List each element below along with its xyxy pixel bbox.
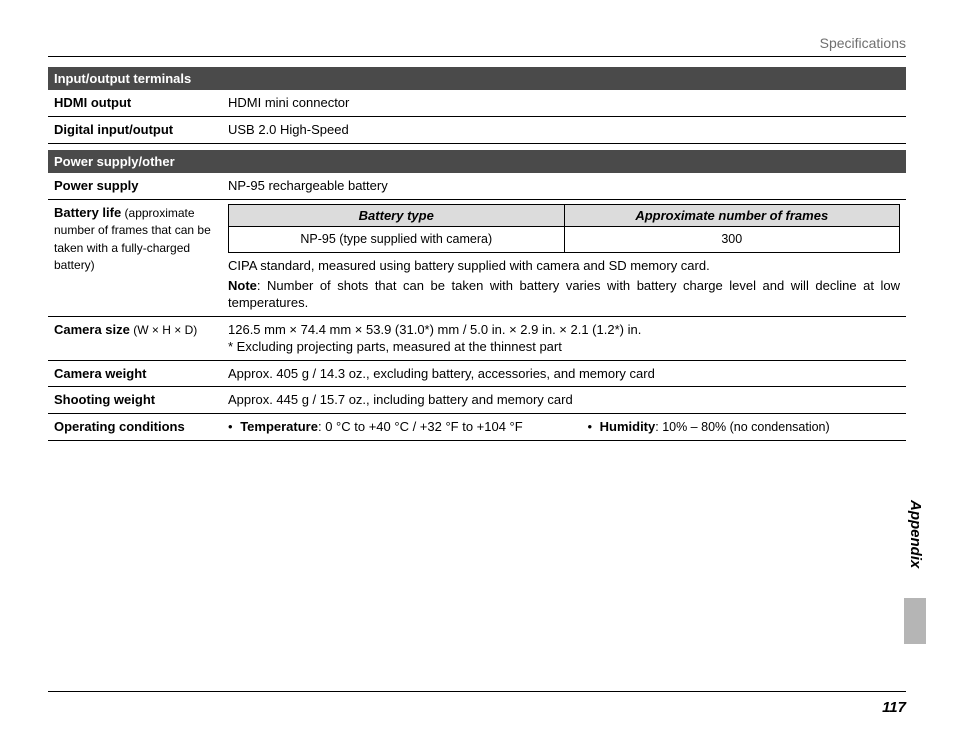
battery-cipa: CIPA standard, measured using battery su… <box>228 253 900 275</box>
temp-value: : 0 °C to +40 °C / +32 °F to +104 °F <box>318 419 523 434</box>
hum-value: : 10% – 80% (no condensation) <box>655 420 829 434</box>
section-power-title: Power supply/other <box>48 150 906 174</box>
battery-table-row: NP-95 (type supplied with camera) 300 <box>229 227 900 253</box>
content: Input/output terminals HDMI output HDMI … <box>48 57 906 441</box>
row-hdmi: HDMI output HDMI mini connector <box>48 90 906 116</box>
camera-weight-label: Camera weight <box>48 360 222 387</box>
digital-value: USB 2.0 High-Speed <box>222 116 906 143</box>
camera-size-cell: 126.5 mm × 74.4 mm × 53.9 (31.0*) mm / 5… <box>222 316 906 360</box>
running-head-text: Specifications <box>820 34 906 53</box>
camera-size-label: Camera size (W × H × D) <box>48 316 222 360</box>
shooting-weight-label: Shooting weight <box>48 387 222 414</box>
battery-type-cell: NP-95 (type supplied with camera) <box>229 227 565 253</box>
row-battery-life: Battery life (approximate number of fram… <box>48 199 906 316</box>
footer-rule <box>48 691 906 692</box>
camera-size-label-text: Camera size <box>54 322 130 337</box>
power-table: Power supply NP-95 rechargeable battery … <box>48 173 906 441</box>
battery-note-text: : Number of shots that can be taken with… <box>228 278 900 311</box>
row-camera-weight: Camera weight Approx. 405 g / 14.3 oz., … <box>48 360 906 387</box>
battery-life-label: Battery life (approximate number of fram… <box>48 199 222 316</box>
row-operating-conditions: Operating conditions • Temperature: 0 °C… <box>48 413 906 440</box>
hdmi-value: HDMI mini connector <box>222 90 906 116</box>
page: Specifications Input/output terminals HD… <box>0 0 954 748</box>
side-tab-stub <box>904 598 926 644</box>
camera-size-footnote: * Excluding projecting parts, measured a… <box>228 338 900 356</box>
battery-table-head: Battery type Approximate number of frame… <box>229 204 900 227</box>
battery-table: Battery type Approximate number of frame… <box>228 204 900 253</box>
operating-conditions-cell: • Temperature: 0 °C to +40 °C / +32 °F t… <box>222 413 906 440</box>
battery-frames-cell: 300 <box>564 227 900 253</box>
camera-size-value: 126.5 mm × 74.4 mm × 53.9 (31.0*) mm / 5… <box>228 321 900 339</box>
side-tab-label: Appendix <box>905 500 925 568</box>
battery-type-head: Battery type <box>229 204 565 227</box>
row-shooting-weight: Shooting weight Approx. 445 g / 15.7 oz.… <box>48 387 906 414</box>
power-supply-value: NP-95 rechargeable battery <box>222 173 906 199</box>
hum-label: Humidity <box>600 419 656 434</box>
battery-note: Note: Number of shots that can be taken … <box>228 275 900 312</box>
camera-weight-value: Approx. 405 g / 14.3 oz., excluding batt… <box>222 360 906 387</box>
row-power-supply: Power supply NP-95 rechargeable battery <box>48 173 906 199</box>
section-io-title: Input/output terminals <box>48 67 906 91</box>
hdmi-label: HDMI output <box>48 90 222 116</box>
temp-label: Temperature <box>240 419 318 434</box>
running-head: Specifications <box>48 34 906 57</box>
hum-item: • Humidity: 10% – 80% (no condensation) <box>587 418 900 436</box>
digital-label: Digital input/output <box>48 116 222 143</box>
bullet-icon: • <box>587 419 596 434</box>
page-number: 117 <box>882 698 906 718</box>
camera-size-paren: (W × H × D) <box>130 323 197 337</box>
battery-note-label: Note <box>228 278 257 293</box>
io-table: HDMI output HDMI mini connector Digital … <box>48 90 906 143</box>
row-camera-size: Camera size (W × H × D) 126.5 mm × 74.4 … <box>48 316 906 360</box>
battery-frames-head: Approximate number of frames <box>564 204 900 227</box>
temp-item: • Temperature: 0 °C to +40 °C / +32 °F t… <box>228 418 587 436</box>
bullet-icon: • <box>228 419 237 434</box>
battery-life-label-text: Battery life <box>54 205 121 220</box>
battery-life-cell: Battery type Approximate number of frame… <box>222 199 906 316</box>
power-supply-label: Power supply <box>48 173 222 199</box>
shooting-weight-value: Approx. 445 g / 15.7 oz., including batt… <box>222 387 906 414</box>
operating-conditions-label: Operating conditions <box>48 413 222 440</box>
row-digital: Digital input/output USB 2.0 High-Speed <box>48 116 906 143</box>
